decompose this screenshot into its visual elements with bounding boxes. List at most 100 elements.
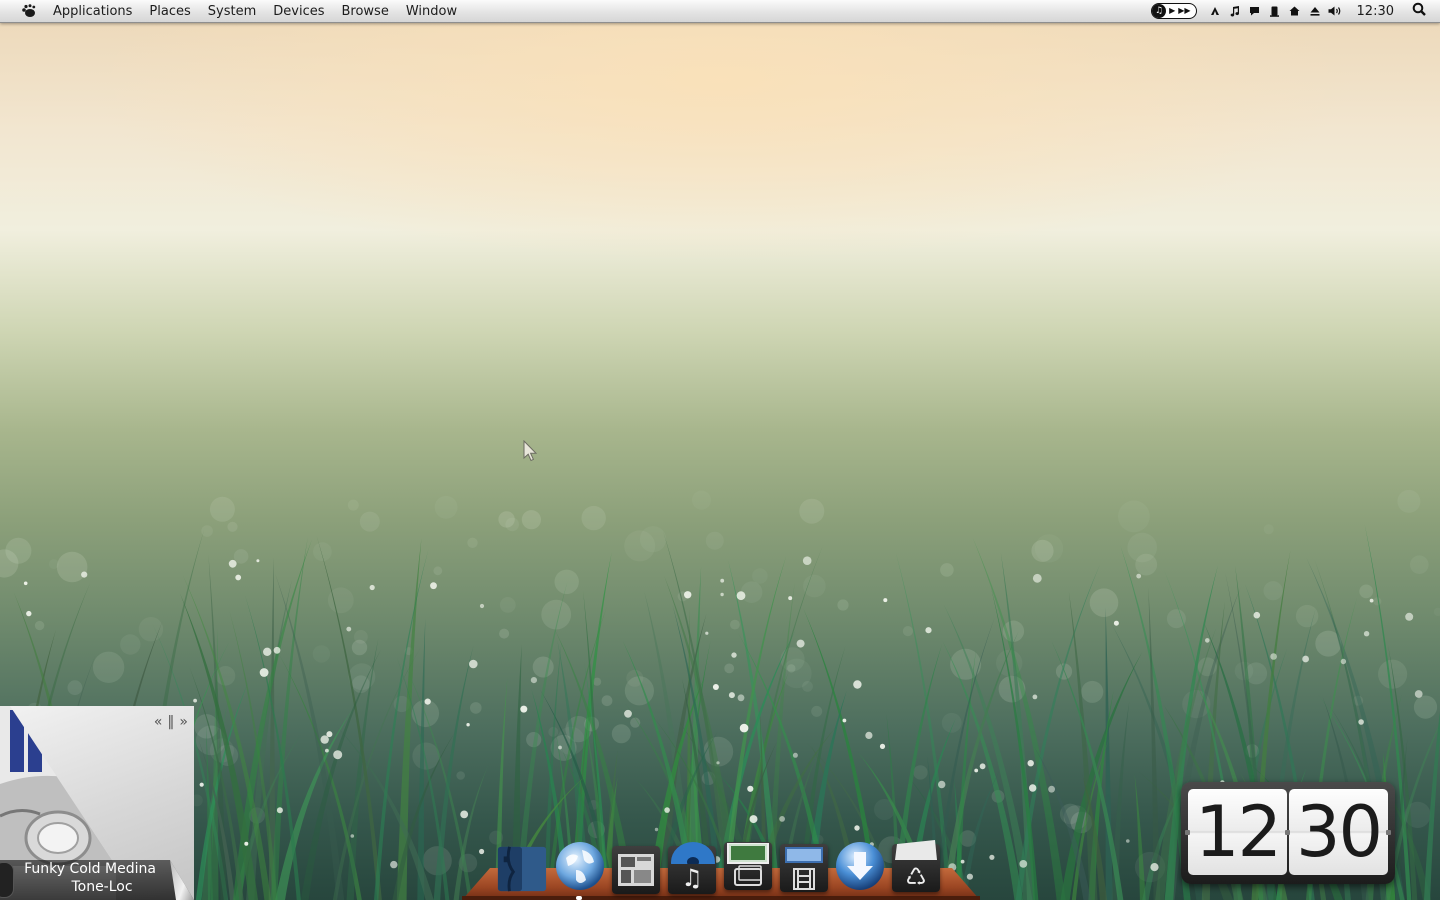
dew-drop bbox=[1358, 719, 1364, 725]
dock-item-photos[interactable] bbox=[722, 840, 774, 892]
grass-blade bbox=[346, 638, 379, 900]
menu-window[interactable]: Window bbox=[406, 4, 457, 19]
top-menu-bar: Applications Places System Devices Brows… bbox=[0, 0, 1440, 23]
bokeh-dot bbox=[532, 656, 554, 678]
bokeh-dot bbox=[195, 725, 226, 756]
grass-blade bbox=[300, 649, 381, 900]
bokeh-dot bbox=[601, 695, 613, 707]
dew-drop bbox=[779, 816, 785, 822]
bokeh-dot bbox=[215, 666, 236, 686]
fast-forward-icon[interactable]: ▶▶ bbox=[1178, 7, 1190, 15]
dew-drop bbox=[1405, 612, 1414, 621]
clock-minutes: 30 bbox=[1289, 789, 1388, 875]
dock-item-web-browser[interactable] bbox=[554, 840, 606, 892]
gnome-foot-icon[interactable] bbox=[19, 0, 39, 22]
dock-music-glyph: ♫ bbox=[681, 864, 703, 892]
dew-drop bbox=[333, 750, 343, 760]
bokeh-dot bbox=[701, 771, 716, 786]
bokeh-dot bbox=[1404, 801, 1431, 829]
dew-drop bbox=[276, 807, 283, 814]
home-icon[interactable] bbox=[1285, 0, 1305, 22]
menu-browse[interactable]: Browse bbox=[341, 4, 388, 19]
dock-item-system-panel[interactable] bbox=[610, 844, 662, 896]
dew-drop bbox=[925, 627, 932, 634]
dew-drop bbox=[26, 610, 32, 617]
play-icon[interactable]: ▶ bbox=[1169, 7, 1175, 15]
bokeh-dot bbox=[1166, 609, 1186, 629]
bokeh-dot bbox=[703, 736, 734, 767]
bokeh-dot bbox=[1263, 524, 1274, 535]
grass-blade bbox=[374, 549, 429, 900]
dew-drop bbox=[259, 668, 269, 677]
bokeh-dot bbox=[138, 617, 164, 642]
dew-drop bbox=[737, 694, 745, 702]
grass-blade bbox=[211, 628, 219, 900]
bokeh-dot bbox=[1127, 532, 1157, 563]
dock-item-downloads[interactable] bbox=[834, 840, 886, 892]
dock-shelf-edge bbox=[462, 896, 980, 900]
dew-drop bbox=[1126, 839, 1130, 843]
dew-drop bbox=[460, 810, 469, 819]
bokeh-dot bbox=[950, 648, 982, 680]
chat-bubble-icon[interactable] bbox=[1245, 0, 1265, 22]
bokeh-dot bbox=[201, 525, 213, 537]
bokeh-dot bbox=[940, 563, 954, 577]
bokeh-dot bbox=[456, 771, 466, 780]
bokeh-dot bbox=[565, 716, 592, 743]
dew-drop bbox=[1032, 573, 1042, 583]
next-track-icon[interactable]: » bbox=[179, 714, 188, 730]
pause-icon[interactable]: ‖ bbox=[167, 714, 174, 730]
flip-clock-widget[interactable]: 12 30 bbox=[1181, 782, 1395, 884]
grass-blade bbox=[1015, 564, 1101, 900]
bokeh-dot bbox=[194, 714, 219, 739]
bokeh-dot bbox=[209, 496, 235, 522]
previous-track-icon[interactable]: « bbox=[154, 714, 163, 730]
grass-blade bbox=[332, 647, 421, 900]
music-note-icon[interactable] bbox=[1225, 0, 1245, 22]
now-playing-widget: « ‖ » Funky Cold Medina Tone-Loc bbox=[0, 706, 194, 900]
download-icon bbox=[836, 842, 884, 890]
dew-drop bbox=[1136, 573, 1142, 579]
dew-drop bbox=[1302, 655, 1309, 663]
menu-system[interactable]: System bbox=[208, 4, 256, 19]
bokeh-dot bbox=[554, 569, 579, 594]
bokeh-dot bbox=[705, 531, 724, 550]
triangle-up-icon[interactable] bbox=[1205, 0, 1225, 22]
bokeh-dot bbox=[359, 511, 380, 532]
grass-blade bbox=[245, 595, 301, 900]
menubar-clock[interactable]: 12:30 bbox=[1357, 4, 1394, 19]
grass-blade bbox=[1088, 690, 1114, 900]
dock-item-videos[interactable] bbox=[778, 842, 830, 894]
dew-drop bbox=[1113, 620, 1119, 626]
menu-devices[interactable]: Devices bbox=[273, 4, 324, 19]
bokeh-dot bbox=[411, 699, 440, 728]
bokeh-dot bbox=[56, 551, 88, 583]
bokeh-dot bbox=[730, 619, 740, 630]
search-icon[interactable] bbox=[1412, 2, 1426, 20]
dew-drop bbox=[558, 745, 562, 750]
media-controls-icon[interactable]: ♫ ▶ ▶▶ bbox=[1151, 3, 1197, 19]
dew-drop bbox=[520, 705, 528, 713]
dew-drop bbox=[788, 596, 793, 601]
dock-item-music[interactable]: ♫ bbox=[666, 842, 718, 896]
phone-icon[interactable] bbox=[1265, 0, 1285, 22]
dew-drop bbox=[1253, 611, 1261, 619]
bokeh-dot bbox=[1063, 805, 1089, 830]
dock-item-trash[interactable]: ♺ bbox=[890, 840, 942, 894]
menu-places[interactable]: Places bbox=[149, 4, 190, 19]
bokeh-dot bbox=[811, 705, 823, 717]
menu-applications[interactable]: Applications bbox=[53, 4, 132, 19]
volume-icon[interactable] bbox=[1325, 0, 1345, 22]
dew-drop bbox=[731, 652, 737, 658]
clock-hinge-left bbox=[1185, 830, 1190, 835]
dock-item-file-manager[interactable] bbox=[496, 842, 548, 894]
bokeh-dot bbox=[1055, 663, 1073, 680]
bokeh-dot bbox=[313, 542, 332, 562]
dew-drop bbox=[1048, 785, 1055, 793]
eject-icon[interactable] bbox=[1305, 0, 1325, 22]
dew-drop bbox=[430, 582, 437, 590]
dew-drop bbox=[1270, 653, 1277, 660]
bokeh-dot bbox=[837, 599, 849, 611]
bokeh-dot bbox=[1353, 695, 1364, 706]
dew-drop bbox=[883, 598, 888, 603]
